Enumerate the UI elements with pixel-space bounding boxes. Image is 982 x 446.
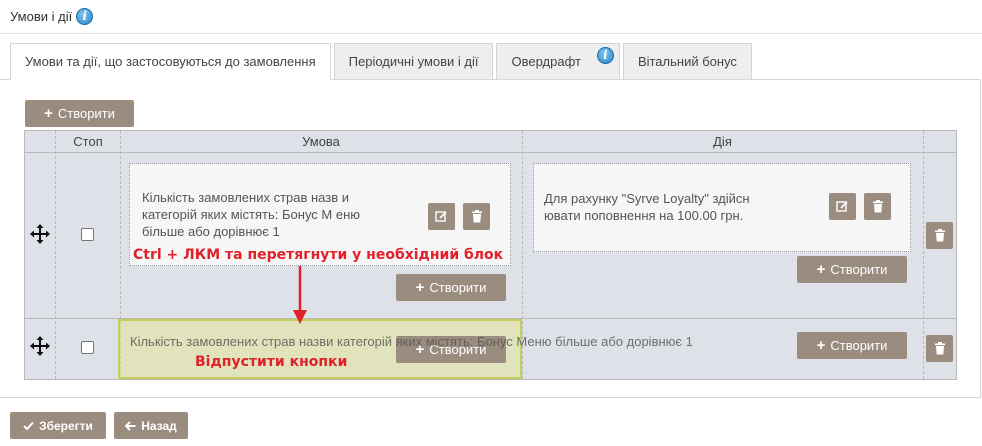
overdraft-info-icon[interactable]: i [596, 47, 614, 64]
tab-welcome-bonus[interactable]: Вітальний бонус [622, 43, 752, 80]
create-condition-button[interactable]: + Створити [396, 274, 506, 301]
grid-header: Стоп Умова Дія [25, 131, 956, 153]
action-text: Для рахунку "Syrve Loyalty" здійсн ювати… [544, 191, 750, 223]
delete-condition-button[interactable] [463, 203, 490, 230]
plus-icon: + [415, 279, 425, 296]
trash-icon [872, 200, 883, 213]
back-button-label: Назад [141, 418, 177, 433]
tab-label: Періодичні умови і дії [348, 54, 479, 69]
column-header-action: Дія [713, 134, 732, 149]
save-button-label: Зберегти [39, 418, 93, 433]
tab-periodic-conditions[interactable]: Періодичні умови і дії [333, 43, 494, 80]
tab-label: Вітальний бонус [637, 54, 737, 69]
tab-label: Овердрафт [511, 54, 581, 69]
release-hint-annotation: Відпустити кнопки [195, 354, 348, 370]
move-icon[interactable] [29, 223, 51, 245]
delete-action-button[interactable] [864, 193, 891, 220]
arrow-down-icon [293, 266, 307, 324]
back-button[interactable]: Назад [114, 412, 188, 439]
drag-hint-annotation: Ctrl + ЛКМ та перетягнути у необхідний б… [133, 247, 504, 263]
column-header-condition: Умова [302, 134, 340, 149]
page-title-text: Умови і дії [10, 9, 73, 24]
create-button-label: Створити [830, 338, 888, 353]
tab-label: Умови та дії, що застосовуються до замов… [25, 54, 316, 69]
stop-checkbox[interactable] [81, 228, 94, 241]
column-divider [55, 131, 56, 379]
stop-checkbox[interactable] [81, 341, 94, 354]
tab-order-conditions[interactable]: Умови та дії, що застосовуються до замов… [10, 43, 331, 80]
arrow-left-icon [125, 420, 136, 431]
plus-icon: + [816, 261, 826, 278]
plus-icon: + [816, 337, 826, 354]
trash-icon [934, 229, 945, 242]
edit-icon [435, 211, 447, 222]
column-divider [923, 131, 924, 379]
title-divider [0, 33, 982, 34]
page-title: Умови і дії i [10, 8, 94, 25]
delete-row-button[interactable] [926, 222, 953, 249]
edit-icon [836, 201, 848, 212]
page: Умови і дії i Умови та дії, що застосову… [0, 0, 982, 446]
trash-icon [934, 342, 945, 355]
edit-action-button[interactable] [829, 193, 856, 220]
create-button[interactable]: + Створити [25, 100, 134, 127]
create-button-label: Створити [57, 106, 115, 121]
move-icon[interactable] [29, 335, 51, 357]
edit-condition-button[interactable] [428, 203, 455, 230]
dragged-condition-text: Кількість замовлених страв назви категор… [130, 334, 693, 349]
tab-bar: Умови та дії, що застосовуються до замов… [10, 43, 752, 80]
save-button[interactable]: Зберегти [10, 412, 106, 439]
create-action-button[interactable]: + Створити [797, 256, 907, 283]
create-action-button[interactable]: + Створити [797, 332, 907, 359]
plus-icon: + [44, 105, 53, 122]
condition-text: Кількість замовлених страв назв и катего… [142, 190, 361, 239]
create-button-label: Створити [830, 262, 888, 277]
trash-icon [471, 210, 482, 223]
column-header-stop: Стоп [73, 134, 103, 149]
info-icon[interactable]: i [76, 8, 94, 25]
delete-row-button[interactable] [926, 335, 953, 362]
tab-overdraft[interactable]: Овердрафт i [496, 43, 620, 80]
check-icon [23, 421, 34, 430]
create-button-label: Створити [429, 280, 487, 295]
